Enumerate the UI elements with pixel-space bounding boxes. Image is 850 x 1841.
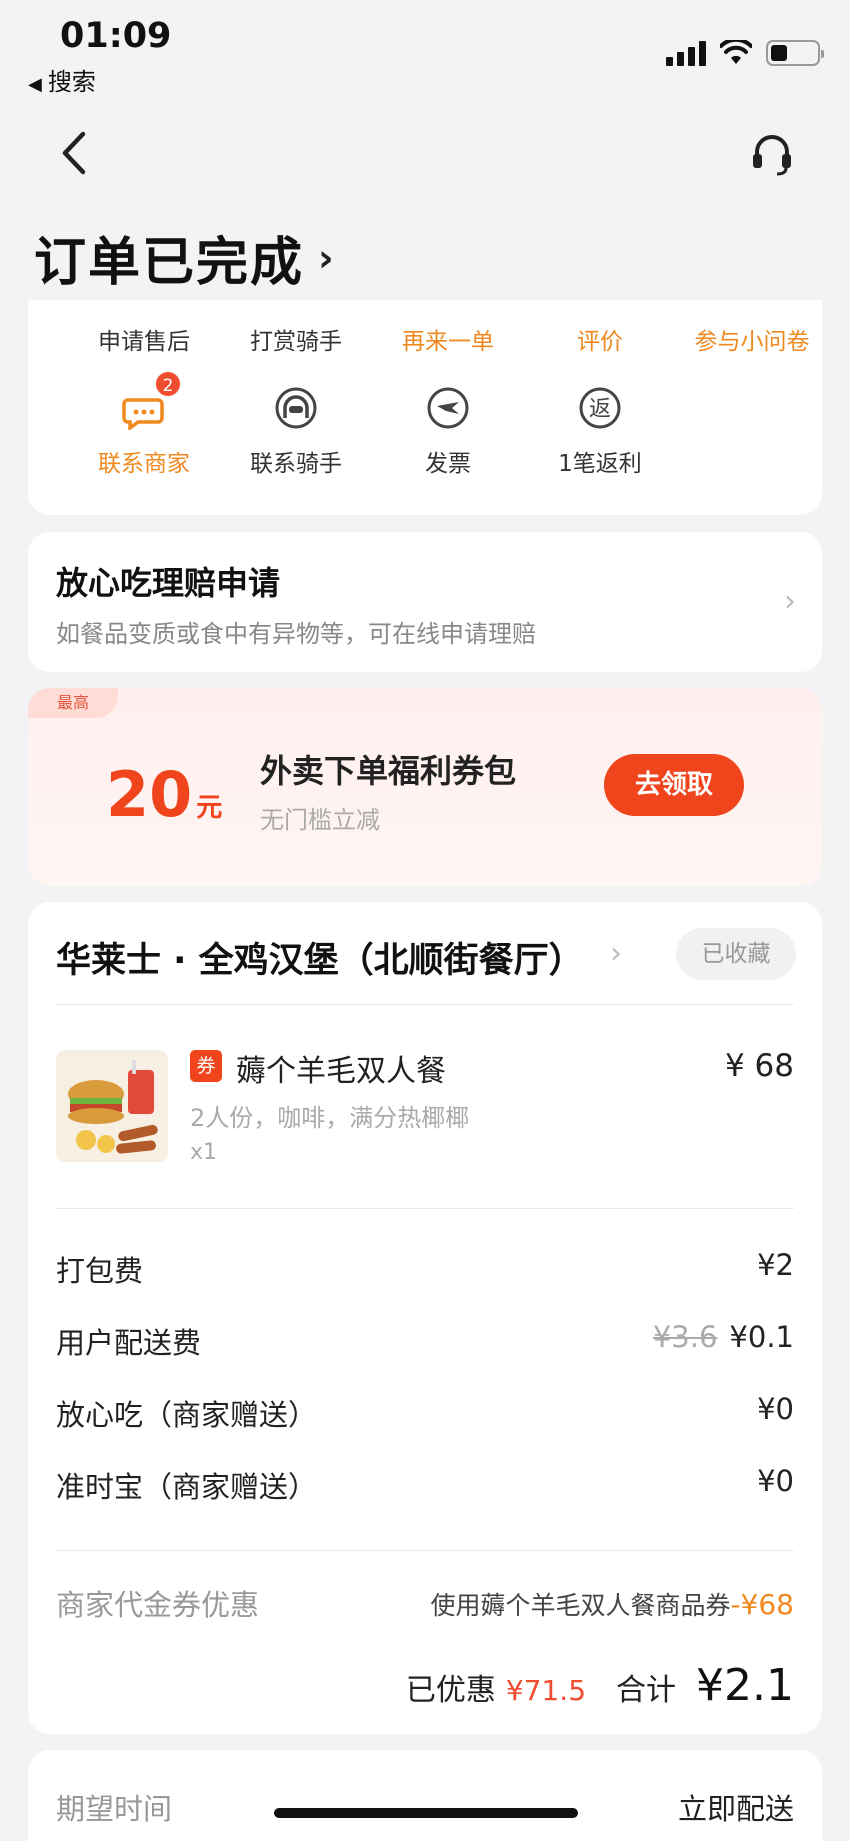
food-description: 2人份，咖啡，满分热椰椰: [190, 1104, 470, 1132]
fee-original-price: ¥3.6: [652, 1320, 718, 1354]
fee-value: ¥2: [757, 1248, 794, 1282]
wifi-icon: [720, 40, 752, 64]
home-indicator[interactable]: [274, 1808, 578, 1818]
total-value: ¥2.1: [696, 1660, 794, 1711]
fee-name: 打包费: [56, 1254, 144, 1288]
max-tag: 最高: [28, 688, 118, 718]
review-button[interactable]: 评价: [524, 322, 676, 356]
status-icons: [666, 36, 824, 70]
coupon-amount: 20 元: [106, 758, 222, 831]
divider: [56, 1208, 794, 1209]
food-image[interactable]: [56, 1050, 168, 1162]
claim-title: 放心吃理赔申请: [56, 564, 281, 602]
back-triangle-icon: ◀: [28, 74, 42, 95]
contact-merchant-button[interactable]: 2 联系商家: [68, 370, 220, 478]
expected-time-label: 期望时间: [56, 1792, 173, 1826]
claim-subtitle: 如餐品变质或食中有异物等，可在线申请理赔: [56, 620, 536, 648]
fee-row-delivery: 用户配送费 ¥3.6 ¥0.1: [56, 1320, 794, 1360]
fee-name: 用户配送费: [56, 1326, 202, 1360]
fee-row-safe-eat: 放心吃（商家赠送） ¥0: [56, 1392, 794, 1432]
chevron-right-icon: ›: [784, 584, 796, 619]
coupon-tag-icon: 券: [190, 1050, 222, 1082]
contact-merchant-label: 联系商家: [98, 451, 190, 477]
page-title: 订单已完成: [34, 233, 305, 293]
fee-value: ¥0: [757, 1392, 794, 1426]
signal-icon: [666, 40, 706, 66]
discount-label: 已优惠: [405, 1673, 496, 1708]
reorder-button[interactable]: 再来一单: [372, 322, 524, 356]
survey-button[interactable]: 参与小问卷: [676, 322, 828, 356]
chevron-right-icon[interactable]: ›: [610, 936, 622, 971]
rebate-icon: 返: [578, 386, 622, 430]
fee-value: ¥0: [757, 1464, 794, 1498]
invoice-label: 发票: [425, 451, 471, 477]
invoice-icon: [426, 386, 470, 430]
back-arrow-icon[interactable]: [55, 128, 95, 178]
fee-value: ¥0.1: [729, 1320, 794, 1354]
divider: [56, 1550, 794, 1551]
rider-helmet-icon: [274, 386, 318, 430]
coupon-title: 外卖下单福利券包: [260, 752, 517, 790]
coupon-subtitle: 无门槛立减: [260, 806, 380, 834]
food-name[interactable]: 薅个羊毛双人餐: [236, 1046, 446, 1090]
order-actions-card: 申请售后 打赏骑手 再来一单 评价 参与小问卷 2 联系商家 联系骑手 发票 返…: [28, 300, 822, 515]
discount-value: ¥71.5: [505, 1674, 587, 1707]
coupon-promo-card: 最高 20 元 外卖下单福利券包 无门槛立减 去领取: [28, 688, 822, 886]
voucher-detail: 使用薅个羊毛双人餐商品券-¥68: [430, 1586, 794, 1622]
claim-coupon-button[interactable]: 去领取: [604, 754, 744, 816]
battery-icon: [766, 40, 824, 66]
coupon-amount-unit: 元: [196, 793, 223, 823]
after-sales-button[interactable]: 申请售后: [68, 322, 220, 356]
fee-value-group: ¥3.6 ¥0.1: [653, 1320, 794, 1354]
fee-row-packing: 打包费 ¥2: [56, 1248, 794, 1288]
merchant-chat-icon: 2: [122, 370, 182, 432]
favorite-button[interactable]: 已收藏: [676, 928, 796, 980]
voucher-row: 商家代金券优惠 使用薅个羊毛双人餐商品券-¥68: [56, 1582, 794, 1622]
food-quantity: x1: [190, 1140, 218, 1165]
food-price: ¥ 68: [724, 1048, 794, 1084]
status-bar: 01:09 ◀ 搜索: [0, 0, 850, 100]
rebate-button[interactable]: 返 1笔返利: [524, 386, 676, 478]
contact-rider-button[interactable]: 联系骑手: [220, 386, 372, 478]
chevron-right-icon: ›: [318, 235, 334, 280]
rebate-label: 1笔返利: [558, 451, 642, 477]
expected-time-value: 立即配送: [677, 1792, 794, 1826]
store-name-link[interactable]: 华莱士 · 全鸡汉堡（北顺街餐厅）: [56, 932, 584, 983]
fee-name: 准时宝（商家赠送）: [56, 1470, 318, 1504]
back-app-label: 搜索: [47, 68, 96, 96]
total-label: 合计: [616, 1673, 677, 1708]
customer-service-icon[interactable]: [749, 132, 795, 178]
total-row: 已优惠 ¥71.5 合计 ¥2.1: [406, 1660, 794, 1711]
rebate-icon-text: 返: [589, 397, 611, 422]
action-text-row: 申请售后 打赏骑手 再来一单 评价 参与小问卷: [28, 322, 822, 362]
delivery-time-card: 期望时间 立即配送: [28, 1750, 822, 1841]
invoice-button[interactable]: 发票: [372, 386, 524, 478]
voucher-amount: -¥68: [730, 1588, 794, 1621]
voucher-name: 商家代金券优惠: [56, 1588, 260, 1622]
claim-card[interactable]: 放心吃理赔申请 如餐品变质或食中有异物等，可在线申请理赔 ›: [28, 532, 822, 672]
fee-name: 放心吃（商家赠送）: [56, 1398, 318, 1432]
back-to-app-link[interactable]: ◀ 搜索: [28, 62, 96, 97]
contact-rider-label: 联系骑手: [250, 451, 342, 477]
action-icon-row: 2 联系商家 联系骑手 发票 返 1笔返利: [28, 370, 822, 506]
tip-rider-button[interactable]: 打赏骑手: [220, 322, 372, 356]
order-detail-card: 华莱士 · 全鸡汉堡（北顺街餐厅） › 已收藏 券 薅个羊毛双人餐 2人份，咖啡…: [28, 902, 822, 1734]
coupon-amount-number: 20: [106, 758, 193, 831]
order-status-title[interactable]: 订单已完成 ›: [34, 220, 334, 295]
voucher-desc: 使用薅个羊毛双人餐商品券: [430, 1591, 731, 1620]
status-time: 01:09: [60, 16, 172, 56]
divider: [56, 1004, 794, 1005]
unread-badge: 2: [154, 370, 182, 398]
fee-row-on-time: 准时宝（商家赠送） ¥0: [56, 1464, 794, 1504]
